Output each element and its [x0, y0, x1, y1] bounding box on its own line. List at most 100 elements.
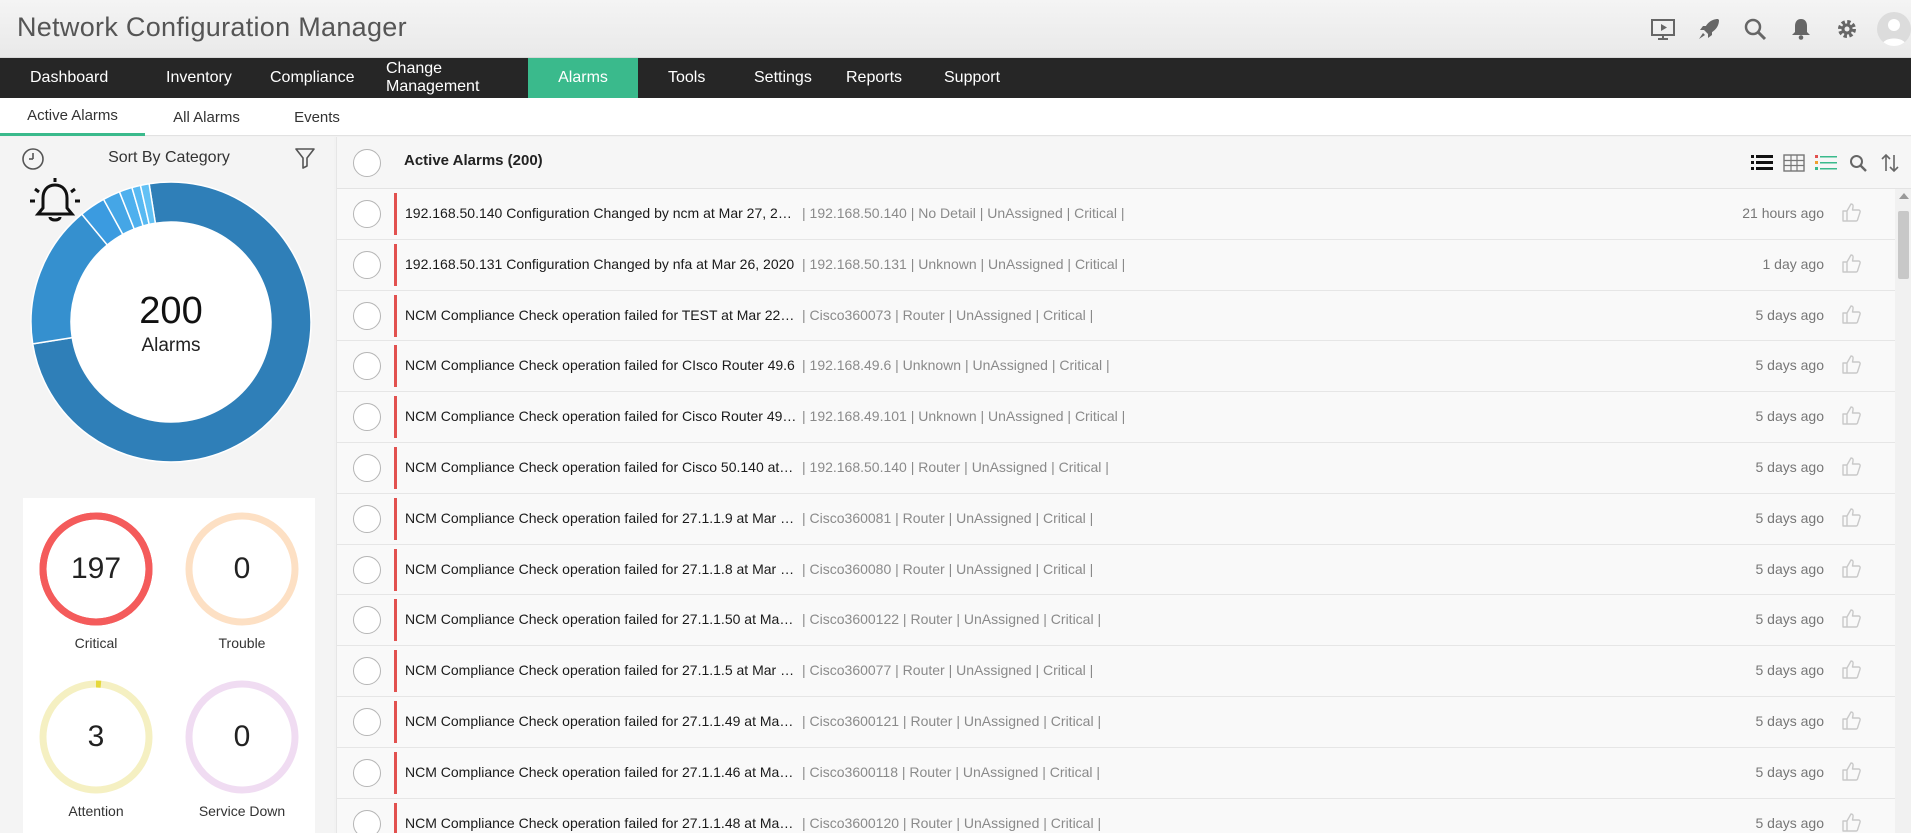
nav-item-settings[interactable]: Settings [724, 58, 816, 98]
alarm-row[interactable]: NCM Compliance Check operation failed fo… [337, 646, 1895, 697]
alarm-message[interactable]: NCM Compliance Check operation failed fo… [405, 357, 797, 373]
severity-list-icon[interactable] [1814, 151, 1838, 175]
row-select-checkbox[interactable] [353, 250, 381, 279]
nav-item-change-management[interactable]: Change Management [356, 58, 528, 98]
alarm-total-label: Alarms [141, 335, 201, 356]
sort-icon[interactable] [1878, 151, 1902, 175]
severity-trouble[interactable]: 0 Trouble [169, 510, 315, 651]
row-select-checkbox[interactable] [353, 809, 381, 833]
scroll-thumb[interactable] [1898, 211, 1909, 279]
alarm-row[interactable]: NCM Compliance Check operation failed fo… [337, 798, 1895, 833]
subnav-tab-all-alarms[interactable]: All Alarms [145, 98, 268, 136]
row-select-checkbox[interactable] [353, 657, 381, 686]
severity-service-down[interactable]: 0 Service Down [169, 678, 315, 819]
thumbs-up-icon[interactable] [1840, 811, 1862, 833]
search-icon[interactable] [1739, 13, 1771, 45]
alarm-row[interactable]: NCM Compliance Check operation failed fo… [337, 392, 1895, 443]
grid-view-icon[interactable] [1782, 151, 1806, 175]
thumbs-up-icon[interactable] [1840, 252, 1862, 274]
alarm-message[interactable]: NCM Compliance Check operation failed fo… [405, 459, 797, 475]
thumbs-up-icon[interactable] [1840, 303, 1862, 325]
gear-icon[interactable] [1831, 13, 1863, 45]
thumbs-up-icon[interactable] [1840, 607, 1862, 629]
thumbs-up-icon[interactable] [1840, 658, 1862, 680]
alarm-message[interactable]: NCM Compliance Check operation failed fo… [405, 510, 797, 526]
nav-item-reports[interactable]: Reports [816, 58, 914, 98]
row-select-checkbox[interactable] [353, 555, 381, 584]
row-select-checkbox[interactable] [353, 707, 381, 736]
thumbs-up-icon[interactable] [1840, 353, 1862, 375]
sort-by-category-label[interactable]: Sort By Category [60, 149, 278, 167]
alarm-message[interactable]: NCM Compliance Check operation failed fo… [405, 408, 797, 424]
thumbs-up-icon[interactable] [1840, 557, 1862, 579]
alarm-row[interactable]: NCM Compliance Check operation failed fo… [337, 493, 1895, 545]
nav-item-alarms[interactable]: Alarms [528, 58, 638, 98]
user-avatar-icon[interactable] [1877, 12, 1911, 46]
bell-icon[interactable] [1785, 13, 1817, 45]
row-select-checkbox[interactable] [353, 504, 381, 533]
category-panel: Sort By Category 200 Alarms 197 Critical 0 [0, 137, 334, 833]
filter-icon[interactable] [294, 147, 316, 169]
alarm-total-count: 200 [139, 290, 203, 332]
row-select-checkbox[interactable] [353, 301, 381, 330]
alarm-time: 5 days ago [1755, 560, 1825, 577]
severity-indicator [394, 294, 397, 337]
thumbs-up-icon[interactable] [1840, 506, 1862, 528]
alarm-details: | 192.168.49.101 | Unknown | UnAssigned … [802, 408, 1126, 425]
thumbs-up-icon[interactable] [1840, 709, 1862, 731]
severity-attention[interactable]: 3 Attention [23, 678, 169, 819]
alarm-message[interactable]: NCM Compliance Check operation failed fo… [405, 713, 797, 729]
row-select-checkbox[interactable] [353, 453, 381, 482]
alarm-message[interactable]: NCM Compliance Check operation failed fo… [405, 662, 797, 678]
severity-critical[interactable]: 197 Critical [23, 510, 169, 651]
rocket-icon[interactable] [1693, 13, 1725, 45]
alarm-row[interactable]: NCM Compliance Check operation failed fo… [337, 442, 1895, 494]
alarm-message[interactable]: NCM Compliance Check operation failed fo… [405, 307, 797, 323]
alarm-time: 5 days ago [1755, 763, 1825, 780]
alarm-row[interactable]: NCM Compliance Check operation failed fo… [337, 747, 1895, 799]
alarm-details: | Cisco3600120 | Router | UnAssigned | C… [802, 814, 1102, 831]
row-select-checkbox[interactable] [353, 352, 381, 381]
alarm-message[interactable]: NCM Compliance Check operation failed fo… [405, 611, 797, 627]
alarm-row[interactable]: 192.168.50.131 Configuration Changed by … [337, 239, 1895, 291]
alarm-row[interactable]: NCM Compliance Check operation failed fo… [337, 696, 1895, 748]
list-view-icon[interactable] [1750, 151, 1774, 175]
nav-item-compliance[interactable]: Compliance [240, 58, 356, 98]
nav-item-inventory[interactable]: Inventory [136, 58, 240, 98]
thumbs-up-icon[interactable] [1840, 201, 1862, 223]
row-select-checkbox[interactable] [353, 606, 381, 635]
alarm-time: 5 days ago [1755, 814, 1825, 831]
alarm-list-scrollbar[interactable] [1895, 189, 1911, 833]
row-select-checkbox[interactable] [353, 403, 381, 432]
alarm-message[interactable]: NCM Compliance Check operation failed fo… [405, 815, 797, 831]
nav-item-tools[interactable]: Tools [638, 58, 724, 98]
row-select-checkbox[interactable] [353, 758, 381, 787]
category-panel-header: Sort By Category [0, 137, 334, 179]
row-select-checkbox[interactable] [353, 200, 381, 228]
severity-indicator [394, 599, 397, 642]
alarm-row[interactable]: NCM Compliance Check operation failed fo… [337, 544, 1895, 596]
alarm-row[interactable]: NCM Compliance Check operation failed fo… [337, 290, 1895, 342]
scroll-up-arrow[interactable] [1899, 193, 1909, 199]
alarm-row[interactable]: NCM Compliance Check operation failed fo… [337, 595, 1895, 647]
history-icon[interactable] [21, 147, 45, 171]
alarm-message[interactable]: NCM Compliance Check operation failed fo… [405, 561, 797, 577]
subnav-tab-events[interactable]: Events [268, 98, 366, 136]
severity-summary-card: 197 Critical 0 Trouble 3 Attention 0 Service Do… [23, 498, 315, 833]
thumbs-up-icon[interactable] [1840, 455, 1862, 477]
alarm-details: | Cisco3600118 | Router | UnAssigned | C… [802, 763, 1101, 780]
donut-center: 200 Alarms [26, 177, 316, 467]
alarm-message[interactable]: 192.168.50.140 Configuration Changed by … [405, 205, 797, 221]
alarm-row[interactable]: 192.168.50.140 Configuration Changed by … [337, 189, 1895, 240]
subnav-tab-active-alarms[interactable]: Active Alarms [0, 98, 145, 136]
presentation-icon[interactable] [1647, 13, 1679, 45]
search-icon[interactable] [1846, 151, 1870, 175]
thumbs-up-icon[interactable] [1840, 760, 1862, 782]
nav-item-support[interactable]: Support [914, 58, 1012, 98]
alarm-message[interactable]: NCM Compliance Check operation failed fo… [405, 764, 797, 780]
thumbs-up-icon[interactable] [1840, 404, 1862, 426]
alarm-row[interactable]: NCM Compliance Check operation failed fo… [337, 341, 1895, 393]
select-all-checkbox[interactable] [353, 149, 381, 177]
alarm-message[interactable]: 192.168.50.131 Configuration Changed by … [405, 256, 797, 272]
nav-item-dashboard[interactable]: Dashboard [0, 58, 136, 98]
